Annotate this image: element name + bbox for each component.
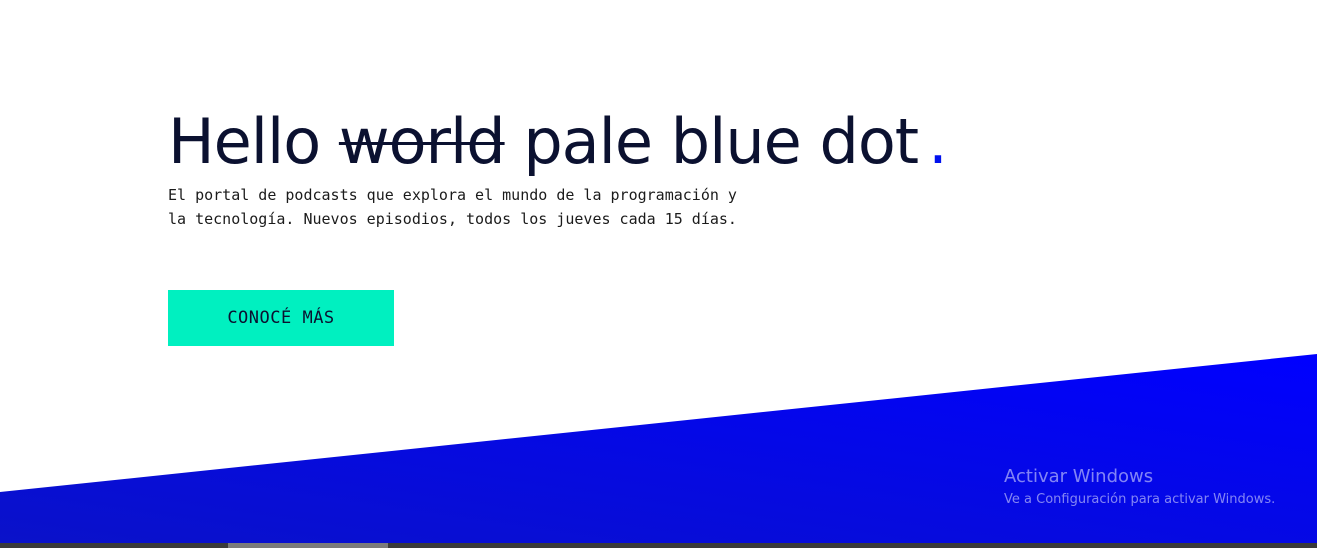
windows-activation-watermark: Activar Windows Ve a Configuración para … bbox=[1004, 466, 1275, 510]
hero-headline: Hello world pale blue dot. bbox=[168, 102, 948, 182]
activation-subtitle: Ve a Configuración para activar Windows. bbox=[1004, 492, 1276, 507]
conoce-mas-button[interactable]: CONOCÉ MÁS bbox=[168, 290, 394, 346]
hero-subtitle: El portal de podcasts que explora el mun… bbox=[168, 183, 788, 231]
hero-section: Hello world pale blue dot. El portal de … bbox=[0, 0, 1317, 548]
headline-blue-dot: . bbox=[928, 105, 948, 178]
headline-hello: Hello bbox=[168, 105, 321, 178]
scrollbar-thumb[interactable] bbox=[228, 543, 388, 548]
horizontal-scrollbar[interactable] bbox=[0, 543, 1317, 548]
subtitle-line-2: la tecnología. Nuevos episodios, todos l… bbox=[168, 210, 737, 228]
headline-struck-word: world bbox=[338, 105, 506, 178]
headline-pale-blue-dot: pale blue dot bbox=[523, 105, 919, 178]
activation-title: Activar Windows bbox=[1004, 466, 1154, 487]
subtitle-line-1: El portal de podcasts que explora el mun… bbox=[168, 186, 737, 204]
